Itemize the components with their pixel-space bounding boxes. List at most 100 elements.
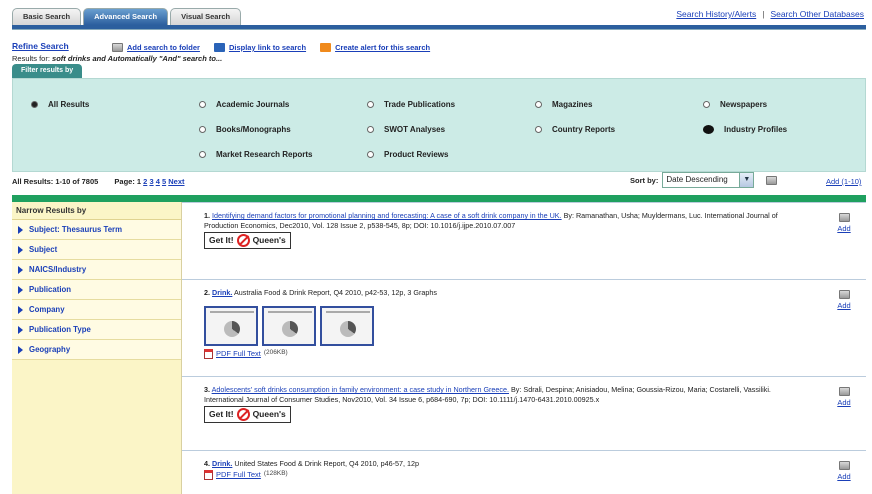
result-body: 4. Drink. United States Food & Drink Rep… bbox=[204, 459, 806, 480]
create-alert-label[interactable]: Create alert for this search bbox=[335, 43, 430, 52]
sidebar-item-label: NAICS/Industry bbox=[29, 265, 87, 274]
radio-icon[interactable] bbox=[31, 101, 38, 108]
add-range-link[interactable]: Add (1-10) bbox=[826, 177, 861, 186]
thumbnail-heading bbox=[210, 310, 254, 313]
filter-industry-profiles[interactable]: Industry Profiles bbox=[703, 125, 787, 134]
results-for: Results for: soft drinks and Automatical… bbox=[12, 54, 222, 63]
radio-icon[interactable] bbox=[535, 101, 542, 108]
queens-logo-icon bbox=[236, 234, 250, 248]
add-to-folder[interactable]: Add bbox=[834, 461, 854, 481]
graph-thumbnail[interactable] bbox=[262, 305, 316, 346]
add-to-folder[interactable]: Add bbox=[834, 290, 854, 310]
graph-thumbnail[interactable] bbox=[320, 305, 374, 346]
tab-basic-search[interactable]: Basic Search bbox=[12, 8, 82, 25]
folder-icon bbox=[838, 387, 850, 396]
filter-all-results[interactable]: All Results bbox=[31, 100, 89, 109]
chevron-down-icon[interactable]: ▼ bbox=[739, 173, 754, 187]
result-item: 4. Drink. United States Food & Drink Rep… bbox=[182, 450, 866, 494]
radio-icon[interactable] bbox=[535, 126, 542, 133]
display-link[interactable]: Display link to search bbox=[213, 43, 306, 52]
add-link[interactable]: Add bbox=[837, 398, 850, 407]
add-to-folder[interactable]: Add bbox=[834, 387, 854, 407]
radio-icon[interactable] bbox=[367, 101, 374, 108]
add-link[interactable]: Add bbox=[837, 472, 850, 481]
result-number: 2. bbox=[204, 288, 210, 297]
cursor-dot-icon bbox=[703, 125, 714, 134]
filter-academic-journals[interactable]: Academic Journals bbox=[199, 100, 289, 109]
filter-books-monographs[interactable]: Books/Monographs bbox=[199, 125, 291, 134]
expand-arrow-icon bbox=[18, 225, 23, 234]
folder-icon bbox=[838, 290, 850, 299]
radio-icon[interactable] bbox=[199, 151, 206, 158]
filter-trade-publications[interactable]: Trade Publications bbox=[367, 100, 455, 109]
pagination: Page: 1 2 3 4 5 Next bbox=[114, 177, 184, 186]
pdf-full-text: PDF Full Text (128KB) bbox=[204, 470, 806, 480]
sidebar-item-geography[interactable]: Geography bbox=[12, 340, 181, 360]
filter-product-reviews[interactable]: Product Reviews bbox=[367, 150, 448, 159]
add-to-folder[interactable]: Add bbox=[834, 213, 854, 233]
add-link[interactable]: Add bbox=[837, 301, 850, 310]
results-for-prefix: Results for: bbox=[12, 54, 50, 63]
sidebar-item-publication-type[interactable]: Publication Type bbox=[12, 320, 181, 340]
radio-icon[interactable] bbox=[703, 101, 710, 108]
result-title-link[interactable]: Identifying demand factors for promotion… bbox=[212, 211, 562, 220]
tab-visual-search[interactable]: Visual Search bbox=[170, 8, 242, 25]
display-link-label[interactable]: Display link to search bbox=[229, 43, 306, 52]
result-number: 4. bbox=[204, 459, 210, 468]
filter-swot-analyses[interactable]: SWOT Analyses bbox=[367, 125, 445, 134]
radio-icon[interactable] bbox=[367, 126, 374, 133]
result-body: 1. Identifying demand factors for promot… bbox=[204, 211, 806, 250]
page-3-link[interactable]: 3 bbox=[149, 177, 153, 186]
result-title-link[interactable]: Drink. bbox=[212, 288, 232, 297]
search-history-link[interactable]: Search History/Alerts bbox=[676, 9, 756, 19]
sidebar-item-subject[interactable]: Subject bbox=[12, 240, 181, 260]
add-search-to-folder[interactable]: Add search to folder bbox=[112, 43, 200, 52]
page-2-link[interactable]: 2 bbox=[143, 177, 147, 186]
queens-logo-icon bbox=[236, 408, 250, 422]
sort-by: Sort by: Date Descending ▼ bbox=[630, 172, 778, 188]
queens-label: Queen's bbox=[252, 235, 286, 246]
graph-thumbnail[interactable] bbox=[204, 305, 258, 346]
result-title-link[interactable]: Adolescents' soft drinks consumption in … bbox=[212, 385, 509, 394]
sidebar-item-naics-industry[interactable]: NAICS/Industry bbox=[12, 260, 181, 280]
radio-icon[interactable] bbox=[367, 151, 374, 158]
filter-swot-analyses-label: SWOT Analyses bbox=[384, 125, 446, 134]
get-it-button[interactable]: Get It! Queen's bbox=[204, 406, 291, 424]
get-it-button[interactable]: Get It! Queen's bbox=[204, 232, 291, 250]
sidebar-title: Narrow Results by bbox=[12, 202, 181, 220]
pdf-icon bbox=[204, 348, 213, 359]
result-number: 1. bbox=[204, 211, 210, 220]
refine-search-link[interactable]: Refine Search bbox=[12, 41, 69, 51]
radio-icon[interactable] bbox=[199, 101, 206, 108]
filter-market-research-reports-label: Market Research Reports bbox=[216, 150, 313, 159]
page-5-link[interactable]: 5 bbox=[162, 177, 166, 186]
next-page-link[interactable]: Next bbox=[168, 177, 184, 186]
filter-market-research-reports[interactable]: Market Research Reports bbox=[199, 150, 312, 159]
search-tools: Add search to folder Display link to sea… bbox=[112, 43, 430, 52]
pdf-full-text-link[interactable]: PDF Full Text bbox=[216, 470, 261, 480]
pdf-full-text: PDF Full Text (206KB) bbox=[204, 349, 806, 359]
sidebar-item-company[interactable]: Company bbox=[12, 300, 181, 320]
search-other-databases-link[interactable]: Search Other Databases bbox=[770, 9, 864, 19]
filter-magazines[interactable]: Magazines bbox=[535, 100, 592, 109]
sidebar-item-publication[interactable]: Publication bbox=[12, 280, 181, 300]
add-link[interactable]: Add bbox=[837, 224, 850, 233]
filter-academic-journals-label: Academic Journals bbox=[216, 100, 290, 109]
sort-select[interactable]: Date Descending ▼ bbox=[662, 172, 755, 188]
radio-icon[interactable] bbox=[199, 126, 206, 133]
pdf-size: (128KB) bbox=[263, 470, 288, 478]
folder-icon[interactable] bbox=[766, 175, 778, 185]
sidebar-item-subject-thesaurus[interactable]: Subject: Thesaurus Term bbox=[12, 220, 181, 240]
filter-newspapers[interactable]: Newspapers bbox=[703, 100, 767, 109]
page-4-link[interactable]: 4 bbox=[156, 177, 160, 186]
filter-country-reports[interactable]: Country Reports bbox=[535, 125, 615, 134]
pdf-icon bbox=[204, 469, 213, 480]
pdf-full-text-link[interactable]: PDF Full Text bbox=[216, 349, 261, 359]
result-title-link[interactable]: Drink. bbox=[212, 459, 232, 468]
create-alert[interactable]: Create alert for this search bbox=[320, 43, 430, 52]
add-search-to-folder-label[interactable]: Add search to folder bbox=[127, 43, 200, 52]
tab-advanced-search[interactable]: Advanced Search bbox=[83, 8, 169, 25]
get-it-label: Get It! bbox=[209, 409, 234, 420]
sidebar-item-label: Company bbox=[29, 305, 65, 314]
folder-icon bbox=[838, 213, 850, 222]
